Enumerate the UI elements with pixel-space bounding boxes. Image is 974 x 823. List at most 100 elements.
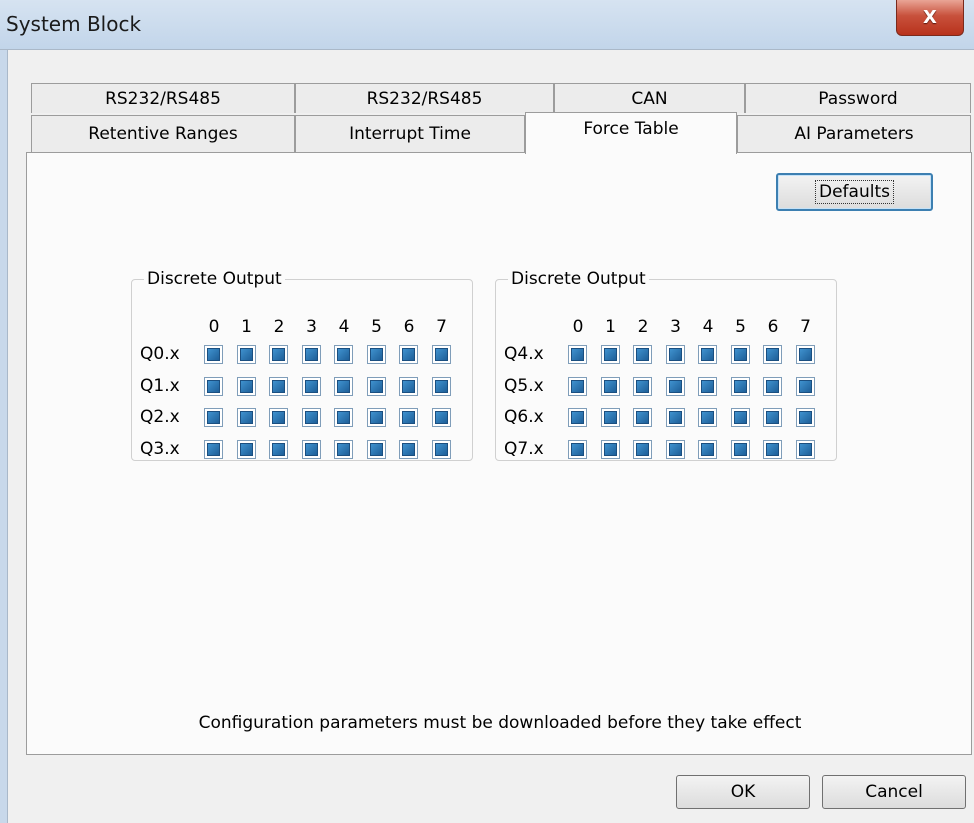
force-checkbox[interactable] — [366, 345, 386, 364]
tab-can[interactable]: CAN — [554, 83, 745, 113]
force-checkbox[interactable] — [204, 439, 223, 459]
force-checkbox[interactable] — [763, 408, 782, 427]
ok-label: OK — [730, 782, 756, 802]
tab-rs232-rs485-2[interactable]: RS232/RS485 — [295, 83, 554, 113]
force-checkbox[interactable] — [730, 439, 750, 459]
force-checkbox[interactable] — [600, 408, 620, 427]
force-checkbox[interactable] — [399, 376, 418, 396]
force-checkbox[interactable] — [568, 408, 587, 427]
force-checkbox[interactable] — [665, 439, 685, 459]
close-button[interactable]: X — [896, 0, 964, 36]
tab-retentive-ranges[interactable]: Retentive Ranges — [31, 115, 295, 152]
force-checkbox[interactable] — [763, 376, 782, 396]
force-checkbox[interactable] — [269, 345, 288, 364]
force-checkbox[interactable] — [431, 345, 451, 364]
force-checkbox[interactable] — [730, 345, 750, 364]
force-checkbox[interactable] — [730, 376, 750, 396]
force-checkbox[interactable] — [366, 376, 386, 396]
force-checkbox[interactable] — [633, 345, 652, 364]
force-checkbox[interactable] — [204, 376, 223, 396]
force-checkbox[interactable] — [301, 439, 321, 459]
discrete-output-group-1: Discrete Output 0 1 2 3 4 5 6 7 Q0.x Q1.x Q2.x Q3.x — [131, 269, 473, 461]
force-checkbox[interactable] — [236, 345, 256, 364]
force-checkbox[interactable] — [269, 408, 288, 427]
tab-interrupt-time[interactable]: Interrupt Time — [295, 115, 525, 152]
force-checkbox[interactable] — [334, 345, 353, 364]
download-note: Configuration parameters must be downloa… — [198, 713, 802, 733]
cancel-label: Cancel — [865, 782, 923, 802]
ok-button[interactable]: OK — [676, 775, 810, 809]
force-checkbox[interactable] — [633, 408, 652, 427]
tab-password[interactable]: Password — [745, 83, 971, 113]
close-icon: X — [923, 7, 937, 28]
force-checkbox[interactable] — [698, 376, 717, 396]
force-checkbox[interactable] — [236, 439, 256, 459]
force-checkbox[interactable] — [795, 408, 815, 427]
force-checkbox[interactable] — [334, 439, 353, 459]
tab-ai-parameters[interactable]: AI Parameters — [737, 115, 971, 152]
force-checkbox[interactable] — [204, 345, 223, 364]
force-checkbox[interactable] — [600, 439, 620, 459]
column-header: 0 — [208, 317, 220, 337]
force-checkbox[interactable] — [795, 345, 815, 364]
force-checkbox[interactable] — [431, 376, 451, 396]
force-checkbox[interactable] — [600, 376, 620, 396]
force-checkbox[interactable] — [795, 439, 815, 459]
tab-rs232-rs485-1[interactable]: RS232/RS485 — [31, 83, 295, 113]
force-checkbox[interactable] — [568, 345, 587, 364]
defaults-button[interactable]: Defaults — [776, 173, 933, 211]
force-checkbox[interactable] — [204, 408, 223, 427]
force-checkbox[interactable] — [568, 439, 587, 459]
force-checkbox[interactable] — [763, 345, 782, 364]
tab-force-table[interactable]: Force Table — [525, 112, 737, 154]
column-header: 1 — [605, 317, 616, 337]
force-checkbox[interactable] — [301, 345, 321, 364]
force-checkbox[interactable] — [698, 439, 717, 459]
force-checkbox[interactable] — [334, 408, 353, 427]
column-header: 5 — [735, 317, 746, 337]
force-checkbox[interactable] — [399, 439, 418, 459]
force-checkbox[interactable] — [399, 345, 418, 364]
row-label: Q4.x — [504, 344, 544, 364]
force-checkbox[interactable] — [236, 408, 256, 427]
column-header: 6 — [403, 317, 415, 337]
force-checkbox[interactable] — [431, 408, 451, 427]
force-checkbox[interactable] — [399, 408, 418, 427]
cancel-button[interactable]: Cancel — [822, 775, 966, 809]
window-title: System Block — [6, 12, 142, 36]
force-checkbox[interactable] — [301, 408, 321, 427]
force-checkbox[interactable] — [633, 439, 652, 459]
row-label: Q5.x — [504, 375, 544, 396]
column-header: 5 — [371, 317, 382, 337]
force-checkbox[interactable] — [698, 345, 717, 364]
force-checkbox[interactable] — [698, 408, 717, 427]
force-checkbox[interactable] — [431, 439, 451, 459]
force-checkbox[interactable] — [665, 345, 685, 364]
column-header: 0 — [572, 317, 584, 337]
force-checkbox[interactable] — [795, 376, 815, 396]
row-label: Q3.x — [140, 438, 180, 459]
force-checkbox[interactable] — [366, 439, 386, 459]
force-checkbox[interactable] — [568, 376, 587, 396]
force-checkbox[interactable] — [763, 439, 782, 459]
defaults-label: Defaults — [815, 180, 894, 204]
title-bar: System Block X — [0, 0, 974, 50]
column-header: 4 — [338, 317, 350, 337]
force-checkbox[interactable] — [665, 408, 685, 427]
force-checkbox[interactable] — [236, 376, 256, 396]
force-checkbox[interactable] — [665, 376, 685, 396]
column-header: 4 — [702, 317, 714, 337]
column-header: 2 — [637, 317, 649, 337]
force-checkbox[interactable] — [633, 376, 652, 396]
force-checkbox[interactable] — [334, 376, 353, 396]
force-checkbox[interactable] — [600, 345, 620, 364]
force-checkbox[interactable] — [269, 439, 288, 459]
window-border — [0, 50, 8, 823]
force-checkbox[interactable] — [269, 376, 288, 396]
force-checkbox[interactable] — [301, 376, 321, 396]
column-header: 3 — [306, 317, 317, 337]
row-label: Q2.x — [140, 407, 180, 427]
force-checkbox[interactable] — [366, 408, 386, 427]
force-checkbox[interactable] — [730, 408, 750, 427]
row-label: Q6.x — [504, 407, 544, 427]
